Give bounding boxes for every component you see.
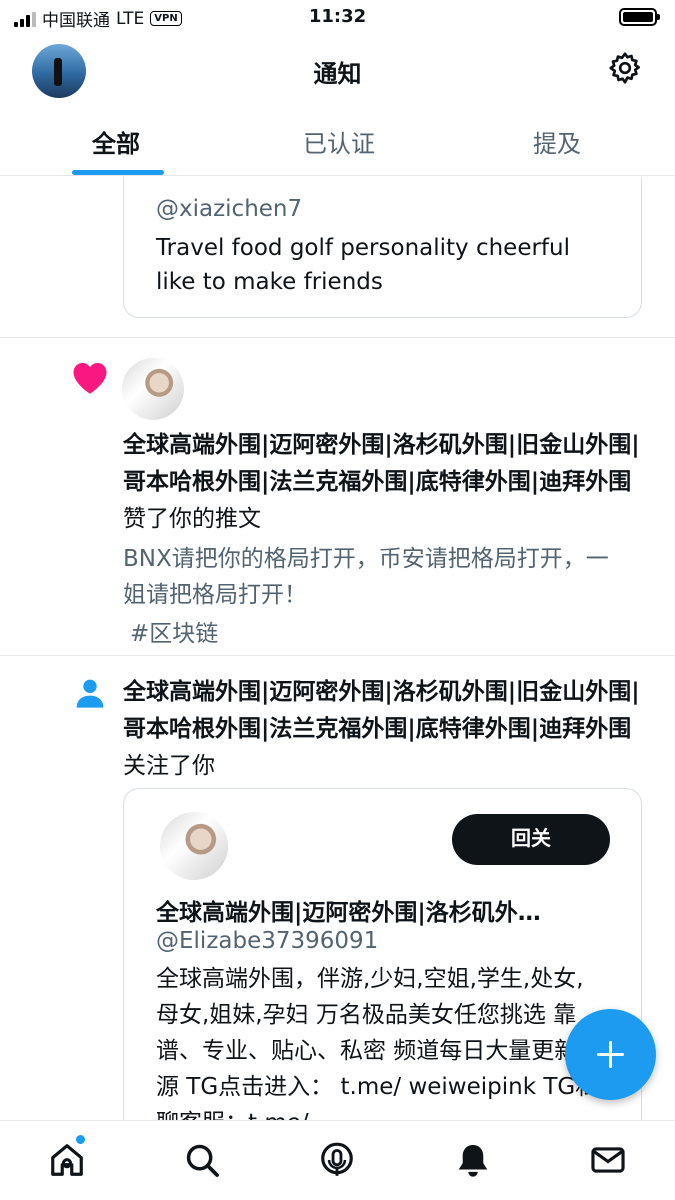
tab-verified[interactable]: 已认证 [236,120,442,175]
status-bar: 中国联通 LTE VPN 11:32 [0,0,675,36]
divider [0,655,675,656]
bottom-nav [0,1120,675,1200]
search-icon[interactable] [183,1141,221,1179]
tab-mentions[interactable]: 提及 [442,120,675,175]
tab-all[interactable]: 全部 [0,120,236,175]
follower-handle: @Elizabe37396091 [156,928,379,954]
actor-name: 全球高端外围|迈阿密外围|洛杉矶外围|旧金山外围|哥本哈根外围|法兰克福外围|底… [123,432,640,495]
divider [0,337,675,338]
notification-tabs: 全部 已认证 提及 [0,120,675,176]
person-icon [76,679,104,708]
clock: 11:32 [308,6,367,27]
follow-notification-text[interactable]: 全球高端外围|迈阿密外围|洛杉矶外围|旧金山外围|哥本哈根外围|法兰克福外围|底… [123,674,645,785]
active-tab-indicator [72,170,164,175]
home-icon[interactable] [48,1141,86,1179]
tab-mentions-label: 提及 [533,130,581,158]
follower-bio: 全球高端外围，伴游,少妇,空姐,学生,处女,母女,姐妹,孕妇 万名极品美女任您挑… [156,966,601,1120]
follow-back-button[interactable]: 回关 [452,814,610,865]
spaces-icon[interactable] [318,1141,356,1179]
avatar[interactable] [122,358,184,420]
battery-icon [619,8,660,26]
like-notification-text[interactable]: 全球高端外围|迈阿密外围|洛杉矶外围|旧金山外围|哥本哈根外围|法兰克福外围|底… [123,427,645,538]
notifications-feed[interactable]: xiazichen @xiazichen7 Travel food golf p… [0,177,675,1120]
notifications-icon[interactable] [454,1141,492,1179]
compose-button[interactable] [565,1009,656,1100]
top-header: 通知 全部 已认证 提及 [0,36,675,176]
profile-card-handle: @xiazichen7 [156,196,303,222]
actor-name: 全球高端外围|迈阿密外围|洛杉矶外围|旧金山外围|哥本哈根外围|法兰克福外围|底… [123,679,640,742]
tab-all-label: 全部 [92,130,140,158]
action-text: 赞了你的推文 [123,506,261,532]
hashtag-link[interactable]: #区块链 [130,614,218,648]
profile-card[interactable]: xiazichen @xiazichen7 Travel food golf p… [123,177,642,318]
gear-icon[interactable] [607,50,643,86]
heart-icon [73,363,107,394]
page-title: 通知 [313,60,362,88]
avatar[interactable] [160,812,228,880]
liked-tweet-text: BNX请把你的格局打开，币安请把格局打开，一姐请把格局打开！ [123,546,609,608]
profile-card-bio: Travel food golf personality cheerful li… [156,235,570,295]
unread-dot [76,1135,85,1144]
messages-icon[interactable] [589,1141,627,1179]
tab-verified-label: 已认证 [303,130,375,158]
follower-name: 全球高端外围|迈阿密外围|洛杉矶外… [156,900,541,926]
action-text: 关注了你 [123,753,215,779]
